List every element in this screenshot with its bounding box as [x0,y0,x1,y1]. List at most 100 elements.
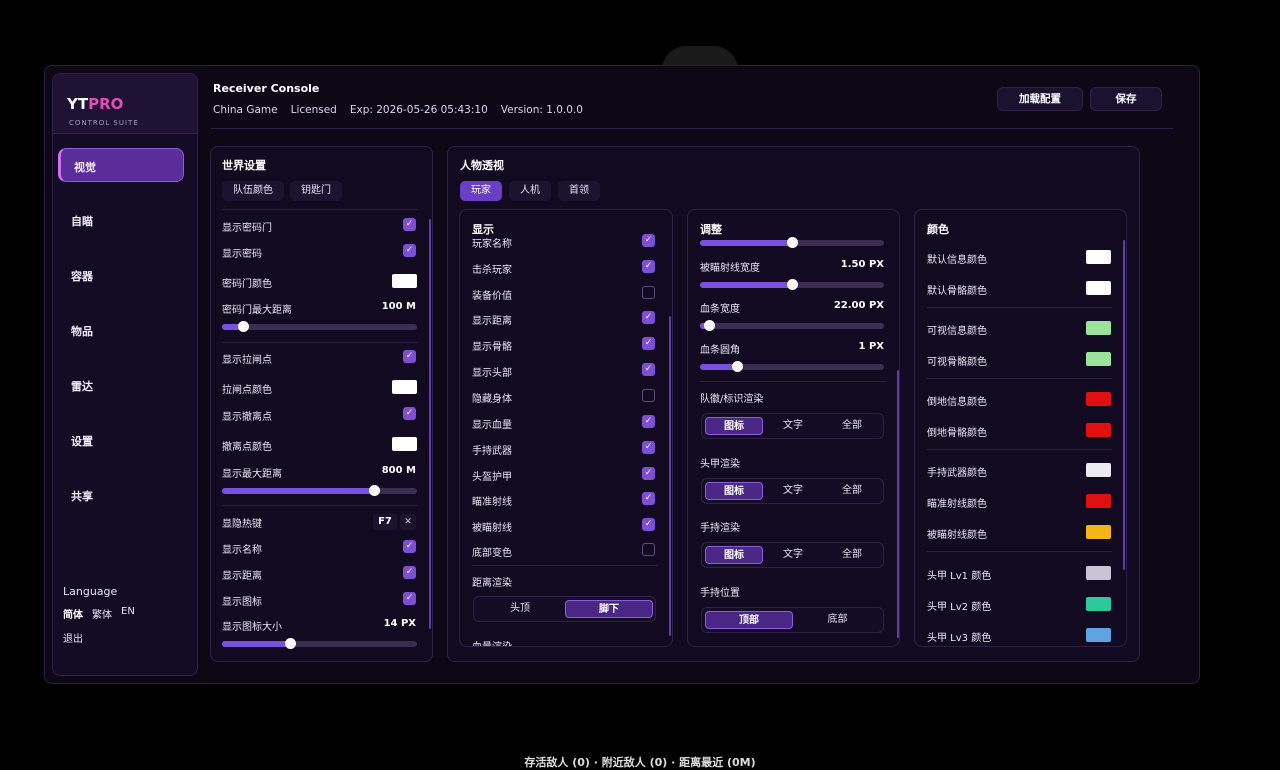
icon-size-slider[interactable] [222,638,417,649]
slider-knob[interactable] [238,321,250,332]
option-icon[interactable]: 图标 [705,417,763,435]
logo: YTPRO CONTROL SUITE [53,74,197,134]
slider-knob[interactable] [731,361,743,372]
max-distance-slider[interactable] [222,485,417,496]
color-swatch[interactable] [1086,494,1111,508]
key-door-color-swatch[interactable] [392,274,417,288]
exit-link[interactable]: 退出 [63,630,83,645]
save-button[interactable]: 保存 [1090,87,1162,111]
aim-line-width-slider[interactable] [700,279,884,290]
color-option-label: 可视骨骼颜色 [927,357,987,368]
display-option-label: 击杀玩家 [472,265,512,276]
option-text[interactable]: 文字 [764,417,822,435]
show-distance-label: 显示距离 [222,571,262,582]
hotkey-field[interactable]: F7 [373,514,397,530]
hp-width-label: 血条宽度 [700,304,740,315]
display-option-checkbox[interactable]: ✓ [642,363,655,376]
divider [222,209,418,210]
color-swatch[interactable] [1086,423,1111,437]
option-feet[interactable]: 脚下 [565,600,653,618]
option-icon[interactable]: 图标 [705,482,763,500]
color-swatch[interactable] [1086,566,1111,580]
scrollbar[interactable] [897,370,899,638]
divider [927,307,1112,308]
option-all[interactable]: 全部 [823,482,881,500]
header-info: China Game Licensed Exp: 2026-05-26 05:4… [213,104,583,116]
key-door-max-value: 100 M [381,301,416,312]
display-option-label: 玩家名称 [472,239,512,250]
color-swatch[interactable] [1086,352,1111,366]
color-swatch[interactable] [1086,628,1111,642]
show-distance-checkbox[interactable]: ✓ [403,566,416,579]
slider-knob[interactable] [285,638,297,649]
display-option-checkbox[interactable]: ✓ [642,492,655,505]
display-option-checkbox[interactable] [642,543,655,556]
clear-hotkey-icon[interactable]: ✕ [400,514,416,530]
display-option-checkbox[interactable]: ✓ [642,467,655,480]
lang-english[interactable]: EN [121,606,135,621]
display-option-checkbox[interactable]: ✓ [642,337,655,350]
tab-player[interactable]: 玩家 [460,181,502,201]
show-icon-checkbox[interactable]: ✓ [403,592,416,605]
scrollbar[interactable] [669,316,671,636]
lang-simplified[interactable]: 简体 [63,606,83,621]
key-door-max-slider[interactable] [222,321,417,332]
nav-radar[interactable]: 雷达 [58,368,184,402]
nav-share[interactable]: 共享 [58,478,184,512]
display-option-checkbox[interactable] [642,286,655,299]
option-text[interactable]: 文字 [764,482,822,500]
display-option-checkbox[interactable]: ✓ [642,311,655,324]
console-title: Receiver Console [213,82,320,95]
nav-items[interactable]: 物品 [58,313,184,347]
show-name-checkbox[interactable]: ✓ [403,540,416,553]
slider-knob[interactable] [704,320,716,331]
nav-aimbot[interactable]: 自瞄 [58,203,184,237]
nav-container[interactable]: 容器 [58,258,184,292]
color-swatch[interactable] [1086,525,1111,539]
option-icon[interactable]: 图标 [705,546,763,564]
display-option-checkbox[interactable]: ✓ [642,518,655,531]
hp-round-slider[interactable] [700,361,884,372]
option-top[interactable]: 顶部 [705,611,793,629]
slider-knob[interactable] [787,237,798,248]
color-swatch[interactable] [1086,281,1111,295]
option-text[interactable]: 文字 [764,546,822,564]
option-all[interactable]: 全部 [823,546,881,564]
exit-color-swatch[interactable] [392,437,417,451]
display-option-checkbox[interactable]: ✓ [642,415,655,428]
slider-knob[interactable] [787,279,798,290]
display-option-checkbox[interactable] [642,389,655,402]
tab-key-door[interactable]: 钥匙门 [290,181,342,201]
display-option-checkbox[interactable]: ✓ [642,441,655,454]
nav-settings[interactable]: 设置 [58,423,184,457]
nav-visual[interactable]: 视觉 [58,148,184,182]
hp-width-slider[interactable] [700,320,884,331]
option-bottom[interactable]: 底部 [794,611,881,629]
show-switch-checkbox[interactable]: ✓ [403,350,416,363]
tab-team-color[interactable]: 队伍颜色 [222,181,284,201]
color-swatch[interactable] [1086,597,1111,611]
color-swatch[interactable] [1086,463,1111,477]
show-code-checkbox[interactable]: ✓ [403,244,416,257]
color-swatch[interactable] [1086,392,1111,406]
show-exit-checkbox[interactable]: ✓ [403,407,416,420]
switch-color-swatch[interactable] [392,380,417,394]
lang-traditional[interactable]: 繁体 [92,606,112,621]
show-key-door-checkbox[interactable]: ✓ [403,218,416,231]
color-option-label: 头甲 Lv3 颜色 [927,633,992,644]
option-all[interactable]: 全部 [823,417,881,435]
top-slider[interactable] [700,237,884,248]
color-swatch[interactable] [1086,321,1111,335]
load-config-button[interactable]: 加载配置 [997,87,1083,111]
slider-knob[interactable] [369,485,381,496]
display-option-checkbox[interactable]: ✓ [642,234,655,247]
option-head-top[interactable]: 头顶 [477,600,563,618]
display-option-label: 底部变色 [472,548,512,559]
color-swatch[interactable] [1086,250,1111,264]
exit-color-label: 撤离点颜色 [222,442,272,453]
scrollbar[interactable] [429,219,431,629]
display-option-checkbox[interactable]: ✓ [642,260,655,273]
tab-bot[interactable]: 人机 [509,181,551,201]
tab-boss[interactable]: 首领 [558,181,600,201]
scrollbar[interactable] [1123,240,1125,570]
